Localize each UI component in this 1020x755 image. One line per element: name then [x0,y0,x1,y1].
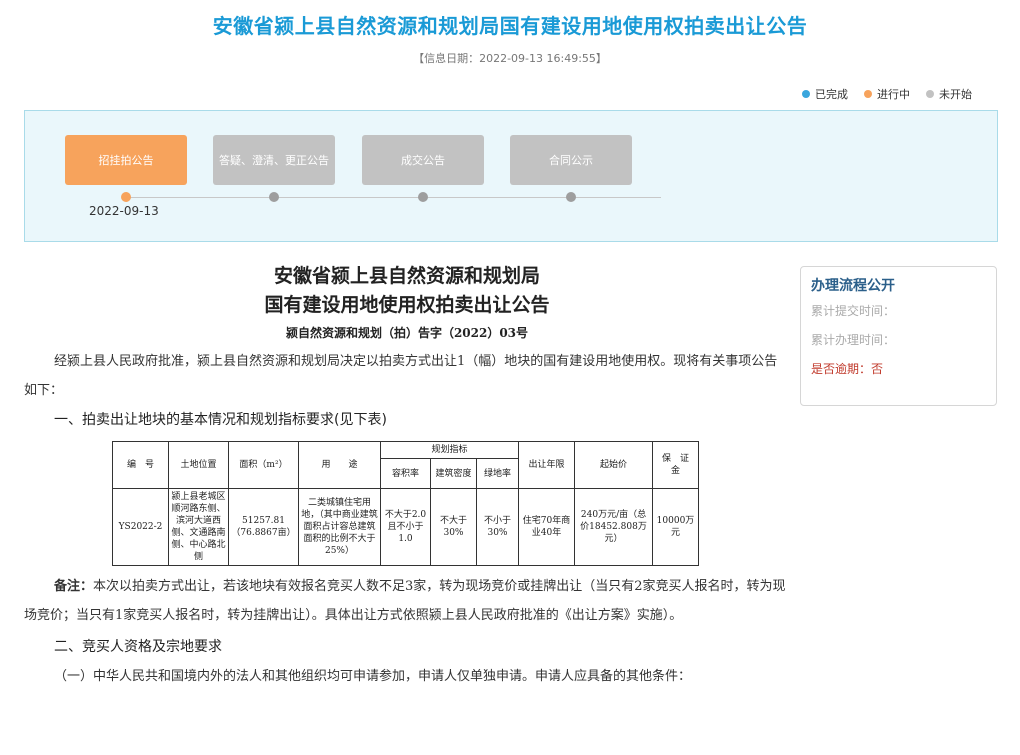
cell-far: 不大于2.0且不小于1.0 [380,488,431,566]
status-legend: 已完成 进行中 未开始 [802,86,972,102]
step-dot-icon [418,192,428,202]
in-progress-dot-icon [864,90,872,98]
cell-location: 颍上县老城区顺河路东侧、滨河大道西侧、文通路南侧、中心路北侧 [168,488,229,566]
submit-time: 累计提交时间： [811,304,896,318]
process-panel-title: 办理流程公开 [811,278,895,294]
header-planning: 规划指标 [380,441,519,459]
step-announcement[interactable]: 招挂拍公告 [65,135,187,185]
process-time: 累计办理时间： [811,333,896,347]
cell-start-price: 240万元/亩（总价18452.808万元） [574,488,653,566]
process-panel: 办理流程公开 累计提交时间： 累计办理时间： 是否逾期：否 [800,266,997,406]
step-dot-icon [121,192,131,202]
step-dot-icon [566,192,576,202]
cell-term: 住宅70年商业40年 [518,488,575,566]
header-start-price: 起始价 [574,441,653,489]
notice-title-line1: 安徽省颍上县自然资源和规划局 [273,265,540,287]
info-date: 【信息日期：2022-09-13 16:49:55】 [413,52,607,65]
notice-content: 安徽省颍上县自然资源和规划局 国有建设用地使用权拍卖出让公告 颍自然资源和规划（… [24,262,790,691]
progress-track [127,197,661,198]
cell-number: YS2022-2 [112,488,169,566]
table-row: YS2022-2 颍上县老城区顺河路东侧、滨河大道西侧、文通路南侧、中心路北侧 … [112,488,699,566]
step-date: 2022-09-13 [89,204,159,218]
header-deposit: 保 证 金 [652,441,699,489]
cell-area: 51257.81（76.8867亩） [228,488,299,566]
completed-dot-icon [802,90,810,98]
overdue-status: 是否逾期：否 [811,362,884,376]
land-plot-table: 编 号 土地位置 面积（m²） 用 途 规划指标 出让年限 起始价 保 证 金 … [112,441,699,566]
remark-paragraph: 备注：本次以拍卖方式出让，若该地块有效报名竞买人数不足3家，转为现场竞价或挂牌出… [24,572,790,630]
doc-number: 颍自然资源和规划（拍）告字（2022）03号 [285,326,529,340]
step-clarification[interactable]: 答疑、澄清、更正公告 [213,135,335,185]
legend-label: 已完成 [815,88,848,101]
legend-completed: 已完成 [802,86,848,102]
header-density: 建筑密度 [430,458,477,489]
header-green: 绿地率 [476,458,519,489]
legend-label: 进行中 [877,88,910,101]
table-header-row: 编 号 土地位置 面积（m²） 用 途 规划指标 出让年限 起始价 保 证 金 [112,441,699,489]
legend-label: 未开始 [939,88,972,101]
section1-heading: 一、拍卖出让地块的基本情况和规划指标要求(见下表) [54,412,387,428]
remark-text: 本次以拍卖方式出让，若该地块有效报名竞买人数不足3家，转为现场竞价或挂牌出让（当… [24,579,786,623]
page-title: 安徽省颍上县自然资源和规划局国有建设用地使用权拍卖出让公告 [212,14,808,38]
cell-green: 不小于30% [476,488,519,566]
header-term: 出让年限 [518,441,575,489]
cell-usage: 二类城镇住宅用地，（其中商业建筑面积占计容总建筑面积的比例不大于25%） [298,488,381,566]
not-started-dot-icon [926,90,934,98]
progress-tracker: 招挂拍公告 答疑、澄清、更正公告 成交公告 合同公示 2022-09-13 [24,110,998,242]
header-location: 土地位置 [168,441,229,489]
clause1-paragraph: （一）中华人民共和国境内外的法人和其他组织均可申请参加，申请人仅单独申请。申请人… [54,669,692,684]
header-area: 面积（m²） [228,441,299,489]
notice-title-line2: 国有建设用地使用权拍卖出让公告 [264,294,550,316]
cell-deposit: 10000万元 [652,488,699,566]
step-contract[interactable]: 合同公示 [510,135,632,185]
step-dot-icon [269,192,279,202]
header-number: 编 号 [112,441,169,489]
intro-paragraph: 经颍上县人民政府批准，颍上县自然资源和规划局决定以拍卖方式出让1（幅）地块的国有… [24,354,778,398]
legend-not-started: 未开始 [926,86,972,102]
remark-label: 备注： [54,579,94,594]
legend-in-progress: 进行中 [864,86,910,102]
step-transaction[interactable]: 成交公告 [362,135,484,185]
section2-heading: 二、竞买人资格及宗地要求 [54,639,222,655]
cell-density: 不大于30% [430,488,477,566]
header-usage: 用 途 [298,441,381,489]
header-far: 容积率 [380,458,431,489]
